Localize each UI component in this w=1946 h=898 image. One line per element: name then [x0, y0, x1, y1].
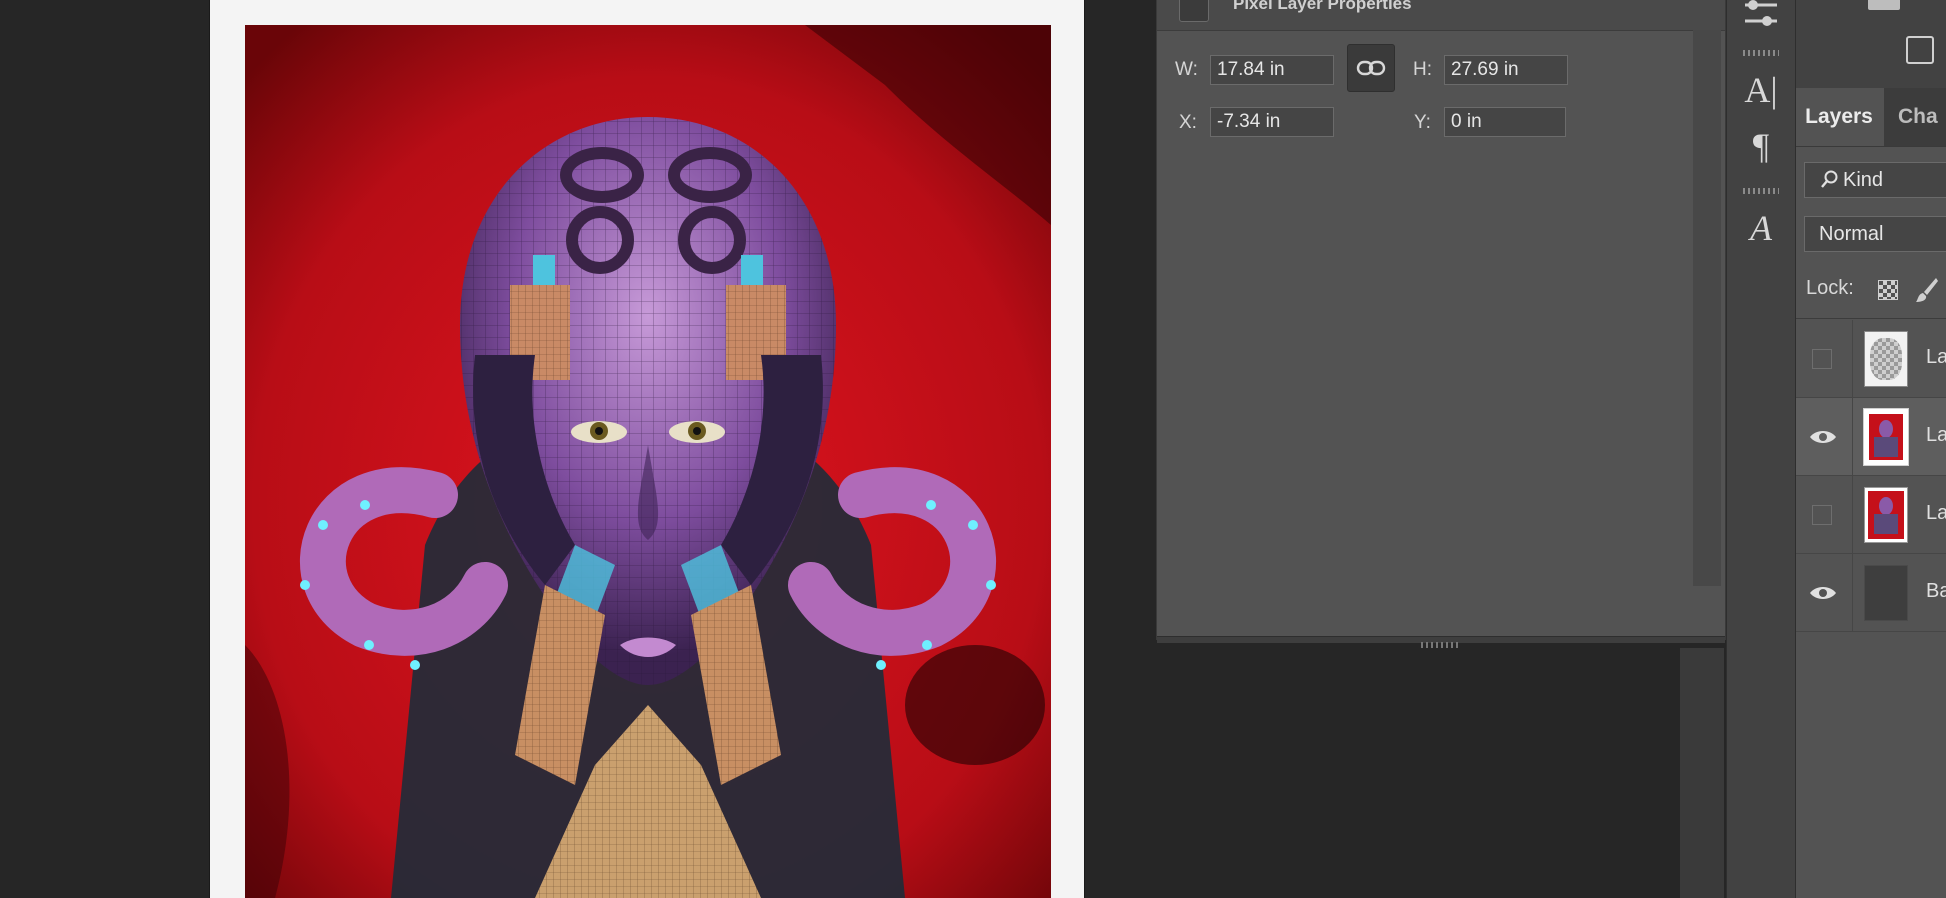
x-label: X: — [1179, 112, 1197, 133]
column-divider — [1852, 398, 1853, 476]
column-divider — [1852, 554, 1853, 632]
y-label: Y: — [1414, 112, 1431, 133]
pixel-layer-icon — [1179, 0, 1209, 22]
layer-name[interactable]: Ba — [1926, 580, 1946, 603]
layer-thumbnail — [1864, 331, 1908, 387]
eye-icon[interactable] — [1808, 584, 1838, 602]
lock-label: Lock: — [1806, 277, 1854, 299]
lock-image-pixels-icon[interactable] — [1914, 276, 1940, 304]
gradient-swatch-icon[interactable] — [1868, 0, 1900, 10]
character-icon: A| — [1744, 70, 1778, 110]
layer-row-selected[interactable]: La — [1796, 398, 1946, 476]
visibility-toggle[interactable] — [1812, 349, 1832, 369]
eye-icon[interactable] — [1808, 428, 1838, 446]
y-input[interactable] — [1444, 107, 1566, 137]
artwork-illustration — [245, 25, 1051, 898]
glyphs-panel-button[interactable]: A — [1727, 204, 1795, 252]
properties-panel: Pixel Layer Properties W: H: X: Y: — [1156, 0, 1726, 648]
link-icon — [1356, 60, 1386, 76]
artwork-image[interactable] — [245, 25, 1051, 898]
adjust-sliders-icon — [1745, 0, 1777, 26]
properties-header: Pixel Layer Properties — [1157, 0, 1725, 31]
blend-mode-dropdown[interactable]: Normal — [1804, 216, 1946, 252]
adjustments-button[interactable] — [1727, 0, 1795, 38]
tab-layers[interactable]: Layers — [1796, 88, 1882, 146]
layer-name[interactable]: La — [1926, 502, 1946, 525]
empty-dock-area — [1156, 648, 1746, 898]
layer-filter-dropdown[interactable]: Kind — [1804, 162, 1946, 198]
layer-thumbnail — [1864, 487, 1908, 543]
paragraph-panel-button[interactable]: ¶ — [1727, 122, 1795, 170]
column-divider — [1852, 320, 1853, 398]
panel-tool-strip: A| ¶ A — [1726, 0, 1796, 898]
layer-row-background[interactable]: Ba — [1796, 554, 1946, 632]
tool-strip-grip[interactable] — [1743, 188, 1779, 194]
height-label: H: — [1413, 59, 1432, 80]
x-input[interactable] — [1210, 107, 1334, 137]
lock-divider — [1796, 318, 1946, 319]
layer-row[interactable]: La — [1796, 476, 1946, 554]
blend-mode-value: Normal — [1819, 222, 1884, 245]
paragraph-icon: ¶ — [1752, 126, 1770, 166]
width-input[interactable] — [1210, 55, 1334, 85]
lock-transparent-pixels-icon[interactable] — [1878, 280, 1898, 300]
column-divider — [1852, 476, 1853, 554]
mask-icon[interactable] — [1906, 36, 1934, 64]
layer-thumbnail — [1863, 408, 1909, 466]
layer-thumbnail — [1864, 565, 1908, 621]
layer-name[interactable]: La — [1926, 346, 1946, 369]
character-panel-button[interactable]: A| — [1727, 66, 1795, 114]
layer-name[interactable]: La — [1926, 424, 1946, 447]
tab-channels[interactable]: Cha — [1884, 88, 1946, 146]
properties-title: Pixel Layer Properties — [1233, 0, 1412, 13]
layers-list-empty-area — [1796, 632, 1946, 898]
width-label: W: — [1175, 59, 1198, 80]
tabs-divider — [1796, 146, 1946, 147]
glyphs-icon: A — [1750, 208, 1772, 248]
layer-row[interactable]: La — [1796, 320, 1946, 398]
dock-strip — [1680, 648, 1724, 898]
height-input[interactable] — [1444, 55, 1568, 85]
link-dimensions-button[interactable] — [1347, 44, 1395, 92]
layers-panel-top-area — [1796, 0, 1946, 88]
search-icon — [1821, 170, 1838, 188]
filter-label: Kind — [1843, 168, 1884, 191]
tool-strip-grip[interactable] — [1743, 50, 1779, 56]
properties-scrollbar[interactable] — [1693, 30, 1721, 586]
layers-panel: Layers Cha Kind Normal Lock: La La La Ba — [1796, 0, 1946, 898]
visibility-toggle[interactable] — [1812, 505, 1832, 525]
